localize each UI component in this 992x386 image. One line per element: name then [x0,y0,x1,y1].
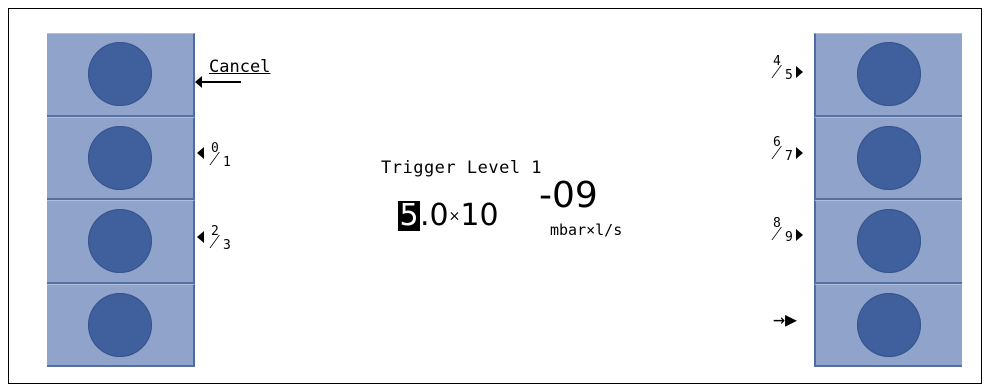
softkey-button-circle[interactable] [857,209,921,274]
left-softkey-2[interactable] [47,116,195,200]
left-softkey-4[interactable] [47,283,195,367]
device-panel: Cancel 0 ⁄ 1 2 ⁄ 3 Trigger Level 1 5 .0×… [47,33,962,367]
fraction-denominator: 7 [785,149,793,164]
times-sign: × [448,208,461,225]
left-softkey-column [47,33,195,367]
fraction-denominator: 3 [223,238,231,253]
softkey-button-circle[interactable] [857,42,921,107]
right-softkey-4[interactable] [814,283,962,367]
fraction-denominator: 9 [785,230,793,245]
right-arrow-icon [796,66,803,78]
selected-digit[interactable]: 5 [398,201,420,231]
softkey-label-cancel: Cancel [209,57,270,77]
fraction-slash: ⁄ [213,146,217,170]
fraction-denominator: 5 [785,68,793,83]
left-softkey-3[interactable] [47,200,195,284]
mantissa: .0×10 [420,199,499,234]
page-title: Trigger Level 1 [381,158,543,178]
cancel-label: Cancel [209,57,271,77]
cancel-arrow-head-icon [195,76,202,88]
display-screen: Cancel 0 ⁄ 1 2 ⁄ 3 Trigger Level 1 5 .0×… [195,33,814,367]
cancel-arrow-shaft [201,81,241,83]
right-arrow-icon [796,229,803,241]
exponent: -09 [539,175,598,216]
unit-label: mbar×l/s [550,221,623,239]
softkey-button-circle[interactable] [88,125,152,190]
softkey-button-circle[interactable] [88,42,152,107]
fraction-denominator: 1 [223,155,231,170]
left-arrow-icon [197,231,204,243]
fraction-slash: ⁄ [775,59,779,83]
right-arrow-icon [796,147,803,159]
fraction-slash: ⁄ [213,229,217,253]
left-arrow-icon [197,147,204,159]
right-softkey-1[interactable] [814,33,962,117]
right-softkey-column [814,33,962,367]
softkey-button-circle[interactable] [88,292,152,357]
left-softkey-1[interactable] [47,33,195,117]
fraction-slash: ⁄ [775,140,779,164]
exponent-base: 10 [460,198,499,233]
softkey-button-circle[interactable] [88,209,152,274]
softkey-button-circle[interactable] [857,292,921,357]
right-softkey-3[interactable] [814,200,962,284]
fraction-slash: ⁄ [775,221,779,245]
mantissa-rest: .0 [420,198,449,233]
right-softkey-2[interactable] [814,116,962,200]
softkey-button-circle[interactable] [857,125,921,190]
next-arrow-icon: →▶ [773,307,798,331]
